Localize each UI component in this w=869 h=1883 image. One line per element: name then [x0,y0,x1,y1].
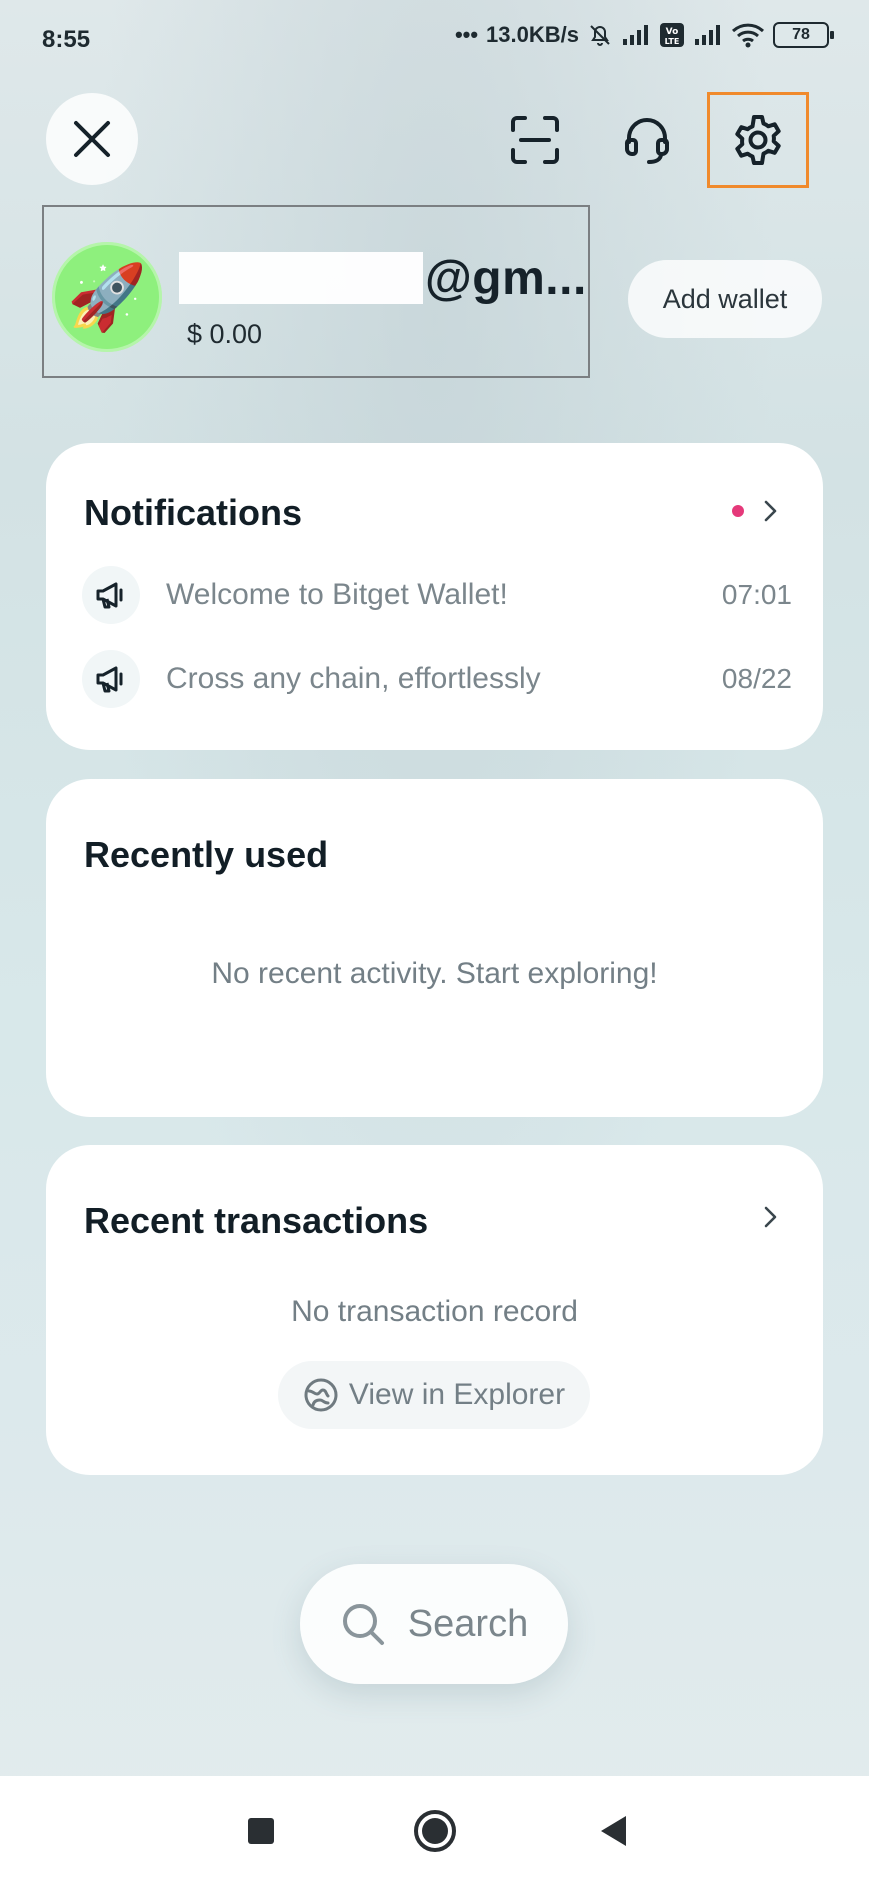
account-balance: $ 0.00 [187,319,263,349]
status-bar: 8:55 ••• 13.0KB/s Vo LTE 78 [0,0,869,80]
account-name: @gm... [179,249,587,307]
home-circle-icon [414,1810,456,1852]
notifications-title: Notifications [84,492,303,533]
megaphone-icon [82,650,140,708]
globe-icon [304,1378,338,1412]
transactions-empty-text: No transaction record [291,1295,578,1328]
search-icon [342,1604,384,1645]
unread-dot [732,505,744,517]
view-in-explorer-label: View in Explorer [348,1378,566,1411]
redacted-email-mask [179,252,423,304]
megaphone-icon [82,566,140,624]
headset-icon [624,118,670,164]
add-wallet-button[interactable]: Add wallet [628,260,822,338]
network-speed: 13.0KB/s [486,22,579,47]
home-button[interactable] [410,1806,460,1856]
search-label: Search [407,1602,529,1645]
recent-transactions-card: Recent transactions No transaction recor… [46,1145,823,1475]
square-icon [248,1818,274,1844]
rocket-icon: 🚀 [67,261,147,333]
chevron-right-icon[interactable] [758,1205,782,1229]
recently-used-title: Recently used [84,834,329,875]
more-dots-icon: ••• [454,22,479,47]
svg-text:Vo: Vo [666,27,679,37]
chevron-right-icon[interactable] [758,499,782,523]
notification-time: 08/22 [721,663,792,694]
battery-level: 78 [792,26,810,43]
account-selector[interactable]: 🚀 @gm... $ 0.00 [42,205,590,378]
avatar: 🚀 [52,242,162,352]
back-button[interactable] [590,1806,636,1856]
account-email-suffix: @gm... [425,251,587,305]
wifi-icon [731,23,765,48]
notification-item[interactable]: Cross any chain, effortlessly 08/22 [82,649,792,709]
search-button[interactable]: Search [300,1564,568,1684]
back-triangle-icon [601,1816,626,1846]
scan-icon [511,116,559,164]
notifications-card[interactable]: Notifications Welcome to Bitget Wallet! … [46,443,823,750]
notification-item[interactable]: Welcome to Bitget Wallet! 07:01 [82,565,792,625]
close-button[interactable] [46,93,138,185]
signal-icon [623,25,648,45]
system-nav-bar [0,1776,869,1883]
recents-button[interactable] [238,1808,284,1854]
notification-time: 07:01 [721,579,792,610]
view-in-explorer-button[interactable]: View in Explorer [278,1361,590,1429]
support-button[interactable] [612,105,682,175]
scan-button[interactable] [500,105,570,175]
notification-text: Welcome to Bitget Wallet! [166,578,508,611]
notification-text: Cross any chain, effortlessly [166,662,541,695]
mute-bell-icon [590,25,610,46]
volte-icon: VoLTE [660,23,684,47]
recently-used-empty-text: No recent activity. Start exploring! [211,957,658,990]
battery-indicator: 78 [773,22,834,48]
settings-button[interactable] [707,92,809,188]
signal-icon-2 [695,25,720,45]
status-time: 8:55 [42,26,91,53]
status-icons: ••• 13.0KB/s Vo LTE 78 [454,22,834,48]
recently-used-card: Recently used No recent activity. Start … [46,779,823,1117]
gear-icon [735,115,781,165]
svg-text:LTE: LTE [665,37,680,46]
recent-transactions-title: Recent transactions [84,1200,429,1241]
close-icon [74,121,110,157]
